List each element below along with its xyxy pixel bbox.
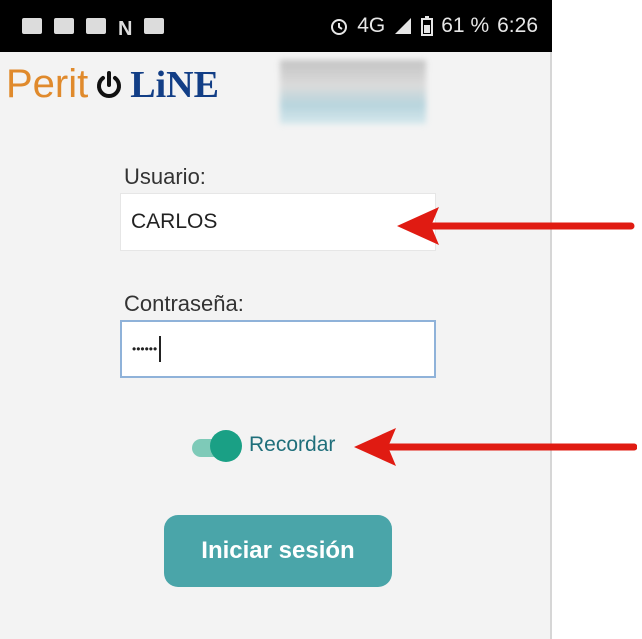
password-field[interactable]: •••••• xyxy=(120,320,436,378)
alarm-icon xyxy=(331,19,348,35)
chat-icon xyxy=(22,18,42,34)
network-indicator: 4G xyxy=(357,14,386,37)
username-label: Usuario: xyxy=(124,164,206,189)
power-icon xyxy=(97,70,122,98)
clock: 6:26 xyxy=(497,14,538,37)
password-label: Contraseña: xyxy=(124,291,244,316)
battery-level: 61 % xyxy=(441,14,490,37)
toggle-knob xyxy=(210,430,242,462)
remember-label[interactable]: Recordar xyxy=(249,433,335,457)
signal-icon xyxy=(395,18,412,34)
login-button[interactable]: Iniciar sesión xyxy=(164,515,392,587)
red-arrow-username xyxy=(397,207,635,245)
phone-screen: N 4G 61 % 6:26 Perit LiNE Usuario: CARLO… xyxy=(0,0,552,639)
blurred-banner-image xyxy=(280,60,426,124)
status-bar-right: 4G 61 % 6:26 xyxy=(329,14,538,38)
password-value: •••••• xyxy=(132,342,158,356)
red-arrow-remember xyxy=(354,428,637,466)
n-icon: N xyxy=(118,18,133,40)
username-value: CARLOS xyxy=(131,210,218,233)
remember-toggle[interactable] xyxy=(192,430,244,464)
status-bar: N 4G 61 % 6:26 xyxy=(0,0,552,52)
text-caret xyxy=(159,336,162,362)
status-bar-left: N xyxy=(22,18,165,40)
keyboard-icon xyxy=(54,18,74,34)
logo-line-text: LiNE xyxy=(130,63,219,106)
app-logo: Perit LiNE xyxy=(6,62,219,107)
logo-perit-text: Perit xyxy=(6,62,89,106)
battery-icon xyxy=(421,16,434,36)
gallery-icon xyxy=(86,18,106,34)
username-field[interactable]: CARLOS xyxy=(120,193,436,251)
image-icon xyxy=(144,18,165,34)
